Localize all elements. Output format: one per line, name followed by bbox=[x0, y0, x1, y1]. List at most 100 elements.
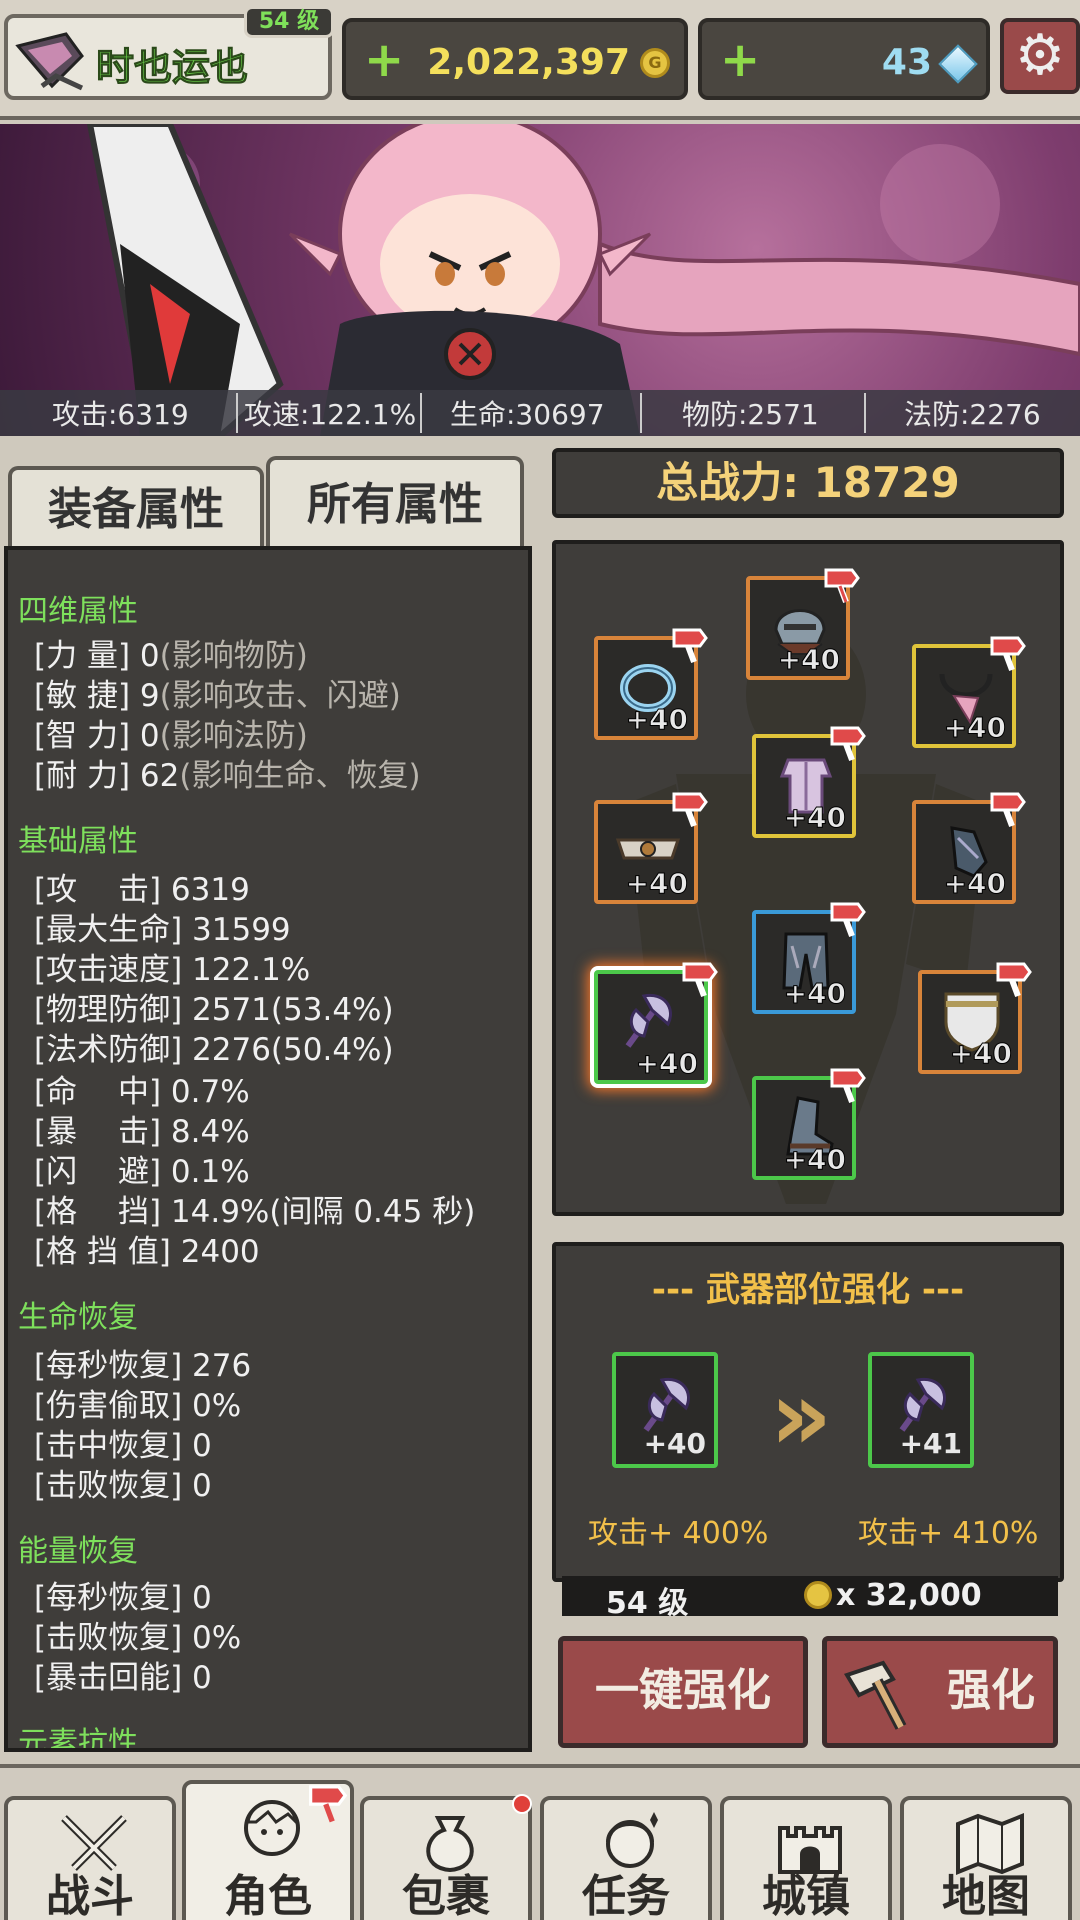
nav-town[interactable]: 城镇 bbox=[720, 1796, 892, 1920]
shield-slot[interactable]: +40 bbox=[918, 962, 1032, 1074]
stat-row: [智 力] 0(影响法防) bbox=[34, 718, 308, 754]
gold-value: 2,022,397 bbox=[427, 42, 630, 83]
upgrade-hammer-icon bbox=[830, 726, 866, 762]
banner-stat-hp: 生命:30697 bbox=[420, 393, 605, 433]
total-power: 总战力: 18729 bbox=[552, 448, 1064, 518]
upgrade-hammer-icon bbox=[682, 962, 718, 998]
stat-row: [击败恢复] 0% bbox=[34, 1620, 242, 1656]
nav-quests[interactable]: 任务 bbox=[540, 1796, 712, 1920]
gold-coin-icon bbox=[804, 1581, 832, 1609]
upgrade-hammer-icon bbox=[824, 568, 860, 604]
current-weapon-slot: +40 bbox=[612, 1352, 718, 1468]
upgrade-title: --- 武器部位强化 --- bbox=[651, 1270, 965, 1310]
upgrade-hammer-icon bbox=[990, 792, 1026, 828]
stat-row: [命 中] 0.7% bbox=[34, 1074, 250, 1110]
section-energy-regen: 能量恢复 bbox=[18, 1534, 138, 1569]
upgrade-hammer-icon bbox=[672, 628, 708, 664]
stat-row: [伤害偷取] 0% bbox=[34, 1388, 242, 1424]
stat-row: [耐 力] 62(影响生命、恢复) bbox=[34, 758, 421, 794]
stat-row: [每秒恢复] 0 bbox=[34, 1580, 212, 1616]
next-weapon-slot: +41 bbox=[868, 1352, 974, 1468]
section-base-stats: 基础属性 bbox=[18, 824, 138, 859]
tab-equipment-stats[interactable]: 装备属性 bbox=[8, 466, 264, 550]
bottom-nav: 战斗 角色 包裹 任务 城镇 地图 bbox=[0, 1764, 1080, 1920]
stat-row: [击败恢复] 0 bbox=[34, 1468, 212, 1504]
character-face-icon bbox=[244, 1800, 300, 1856]
nav-label: 任务 bbox=[582, 1871, 670, 1920]
level-badge: 54 级 bbox=[244, 6, 334, 38]
upgrade-hammer-icon bbox=[672, 792, 708, 828]
upgrade-hammer-icon bbox=[309, 1785, 348, 1823]
banner-stat-mdef: 法防:2276 bbox=[864, 393, 1041, 433]
belt-slot[interactable]: +40 bbox=[594, 792, 708, 904]
armor-slot[interactable]: +40 bbox=[752, 726, 866, 838]
banner-stat-speed: 攻速:122.1% bbox=[236, 393, 416, 433]
settings-button[interactable]: ⚙ bbox=[1000, 18, 1080, 94]
stat-row: [法术防御] 2276(50.4%) bbox=[34, 1032, 394, 1068]
slot-level: +40 bbox=[777, 643, 840, 677]
current-level: +40 bbox=[643, 1427, 706, 1460]
tab-all-stats[interactable]: 所有属性 bbox=[266, 456, 524, 550]
section-hp-regen: 生命恢复 bbox=[18, 1300, 138, 1335]
nav-label: 战斗 bbox=[46, 1871, 134, 1920]
stat-row: [敏 捷] 9(影响攻击、闪避) bbox=[34, 678, 401, 714]
stat-row: [攻击速度] 122.1% bbox=[34, 952, 311, 988]
upgrade-button[interactable]: 强化 bbox=[822, 1636, 1058, 1748]
slot-level: +40 bbox=[949, 1037, 1012, 1071]
add-gem-button[interactable]: + bbox=[720, 36, 760, 84]
section-element-resist: 元素抗性 bbox=[18, 1726, 138, 1752]
section-four-stats: 四维属性 bbox=[18, 594, 138, 629]
diamond-icon bbox=[938, 44, 978, 84]
player-name: 时也运也 bbox=[95, 45, 249, 90]
nav-battle[interactable]: 战斗 bbox=[4, 1796, 176, 1920]
slot-level: +40 bbox=[783, 1143, 846, 1177]
gear-icon: ⚙ bbox=[1014, 23, 1066, 88]
nav-label: 包裹 bbox=[402, 1871, 490, 1920]
nav-character[interactable]: 角色 bbox=[182, 1780, 354, 1920]
slot-level: +40 bbox=[943, 867, 1006, 901]
gauntlet-slot[interactable]: +40 bbox=[912, 792, 1026, 904]
weapon-slot[interactable]: +40 bbox=[594, 962, 718, 1084]
current-bonus: 攻击+ 400% bbox=[588, 1516, 769, 1551]
upgrade-hammer-icon bbox=[830, 902, 866, 938]
stat-row: [格 挡] 14.9%(间隔 0.45 秒) bbox=[34, 1194, 476, 1230]
stat-panel[interactable]: 四维属性 [力 量] 0(影响物防) [敏 捷] 9(影响攻击、闪避) [智 力… bbox=[4, 546, 532, 1752]
banner-stat-attack: 攻击:6319 bbox=[52, 398, 189, 431]
stat-row: [每秒恢复] 276 bbox=[34, 1348, 252, 1384]
equipment-panel: +40 +40 +40 +40 +40 +40 +40 +40 +40 +40 bbox=[552, 540, 1064, 1216]
stat-row: [闪 避] 0.1% bbox=[34, 1154, 250, 1190]
stat-row: [物理防御] 2571(53.4%) bbox=[34, 992, 394, 1028]
upgrade-hammer-icon bbox=[830, 1068, 866, 1104]
character-banner: 攻击:6319 攻速:122.1% 生命:30697 物防:2571 法防:22… bbox=[0, 124, 1080, 436]
stat-row: [力 量] 0(影响物防) bbox=[34, 638, 308, 674]
add-gold-button[interactable]: + bbox=[364, 36, 404, 84]
stat-row: [攻 击] 6319 bbox=[34, 872, 250, 908]
upgrade-hammer-icon bbox=[996, 962, 1032, 998]
upgrade-hammer-icon bbox=[990, 636, 1026, 672]
boots-slot[interactable]: +40 bbox=[752, 1068, 866, 1180]
gold-counter: + 2,022,397 G bbox=[342, 18, 688, 100]
top-bar: 时也运也 54 级 + 2,022,397 G + 43 ⚙ bbox=[0, 0, 1080, 120]
nav-map[interactable]: 地图 bbox=[900, 1796, 1072, 1920]
nav-inventory[interactable]: 包裹 bbox=[360, 1794, 532, 1920]
pants-slot[interactable]: +40 bbox=[752, 902, 866, 1014]
slot-level: +40 bbox=[625, 867, 688, 901]
ring-slot[interactable]: +40 bbox=[594, 628, 708, 740]
necklace-slot[interactable]: +40 bbox=[912, 636, 1026, 748]
upgrade-cost-bar: 54 级 x 32,000 bbox=[562, 1576, 1058, 1621]
gem-counter: + 43 bbox=[698, 18, 990, 100]
slot-level: +40 bbox=[783, 977, 846, 1011]
gem-value: 43 bbox=[881, 42, 932, 83]
upgrade-button-label: 强化 bbox=[947, 1665, 1035, 1716]
stat-row: [暴 击] 8.4% bbox=[34, 1114, 250, 1150]
slot-level: +40 bbox=[783, 801, 846, 835]
slot-level: +40 bbox=[635, 1047, 698, 1081]
helmet-slot[interactable]: +40 bbox=[746, 568, 860, 680]
stat-row: [暴击回能] 0 bbox=[34, 1660, 212, 1696]
player-avatar-icon bbox=[15, 32, 84, 91]
stat-row: [击中恢复] 0 bbox=[34, 1428, 212, 1464]
auto-upgrade-button[interactable]: 一键强化 bbox=[558, 1636, 808, 1748]
hammer-icon bbox=[844, 1660, 907, 1730]
notification-dot bbox=[512, 1794, 532, 1814]
next-level: +41 bbox=[899, 1427, 962, 1460]
